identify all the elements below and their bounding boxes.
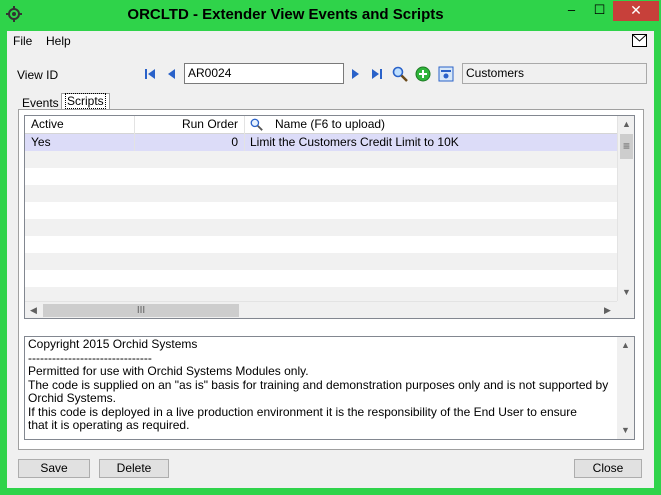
minimize-button[interactable]: – [558,1,585,21]
cell-active: Yes [25,134,135,151]
view-id-input[interactable]: AR0024 [184,63,344,84]
empty-row [25,236,617,253]
column-header-run-order[interactable]: Run Order [135,116,245,134]
cell-run-order: 0 [135,134,245,151]
scripts-grid: Active Run Order Name (F6 to upload) Yes… [24,115,635,319]
grid-horizontal-scrollbar[interactable]: ◀ III ▶ [25,301,617,318]
tab-scripts[interactable]: Scripts [61,93,110,110]
scroll-up-icon[interactable]: ▲ [618,116,634,133]
menu-bar: File Help [7,31,654,51]
close-button[interactable]: Close [574,459,642,478]
scroll-up-icon[interactable]: ▲ [617,337,634,354]
last-record-icon[interactable] [369,66,385,82]
scroll-right-icon[interactable]: ▶ [599,302,616,318]
search-icon [250,118,263,131]
scripts-tab-panel: Active Run Order Name (F6 to upload) Yes… [18,109,644,450]
first-record-icon[interactable] [142,66,158,82]
add-icon[interactable] [415,66,431,82]
empty-row [25,219,617,236]
notes-vertical-scrollbar[interactable]: ▲ ▼ [617,337,634,439]
scroll-left-icon[interactable]: ◀ [25,302,42,318]
vertical-scroll-thumb[interactable]: ≡ [620,134,633,159]
app-window: ORCLTD - Extender View Events and Script… [0,0,661,495]
scroll-corner [617,301,634,318]
column-header-name[interactable]: Name (F6 to upload) [245,116,617,134]
view-id-label: View ID [17,68,59,82]
script-notes-text: Copyright 2015 Orchid Systems ----------… [28,337,609,432]
scroll-down-icon[interactable]: ▼ [617,422,634,439]
tab-events[interactable]: Events [19,96,62,110]
grid-header: Active Run Order Name (F6 to upload) [25,116,617,134]
column-header-active[interactable]: Active [25,116,135,134]
save-button[interactable]: Save [18,459,90,478]
client-area: File Help View ID AR0024 Customers Event… [7,31,654,488]
previous-record-icon[interactable] [164,66,180,82]
empty-row [25,168,617,185]
tab-scripts-label: Scripts [65,93,106,109]
menu-help[interactable]: Help [46,34,71,48]
title-bar[interactable]: ORCLTD - Extender View Events and Script… [0,0,661,31]
table-row[interactable]: Yes 0 Limit the Customers Credit Limit t… [25,134,617,151]
next-record-icon[interactable] [347,66,363,82]
empty-row [25,287,617,301]
window-title: ORCLTD - Extender View Events and Script… [127,6,444,23]
script-notes-textarea[interactable]: Copyright 2015 Orchid Systems ----------… [24,336,635,440]
empty-row [25,253,617,270]
view-description-field: Customers [462,63,647,84]
maximize-button[interactable]: ☐ [586,1,613,21]
mail-icon[interactable] [632,34,647,47]
search-icon[interactable] [392,66,408,82]
delete-button[interactable]: Delete [99,459,169,478]
cell-name: Limit the Customers Credit Limit to 10K [250,135,459,149]
horizontal-scroll-thumb[interactable]: III [43,304,239,317]
empty-row [25,202,617,219]
grid-vertical-scrollbar[interactable]: ▲ ≡ ▼ [617,116,634,301]
close-window-button[interactable]: ✕ [613,1,659,21]
scroll-down-icon[interactable]: ▼ [618,284,634,301]
empty-row [25,185,617,202]
details-icon[interactable] [438,66,454,82]
empty-row [25,151,617,168]
menu-file[interactable]: File [13,34,32,48]
empty-row [25,270,617,287]
column-header-name-label: Name (F6 to upload) [275,117,386,131]
